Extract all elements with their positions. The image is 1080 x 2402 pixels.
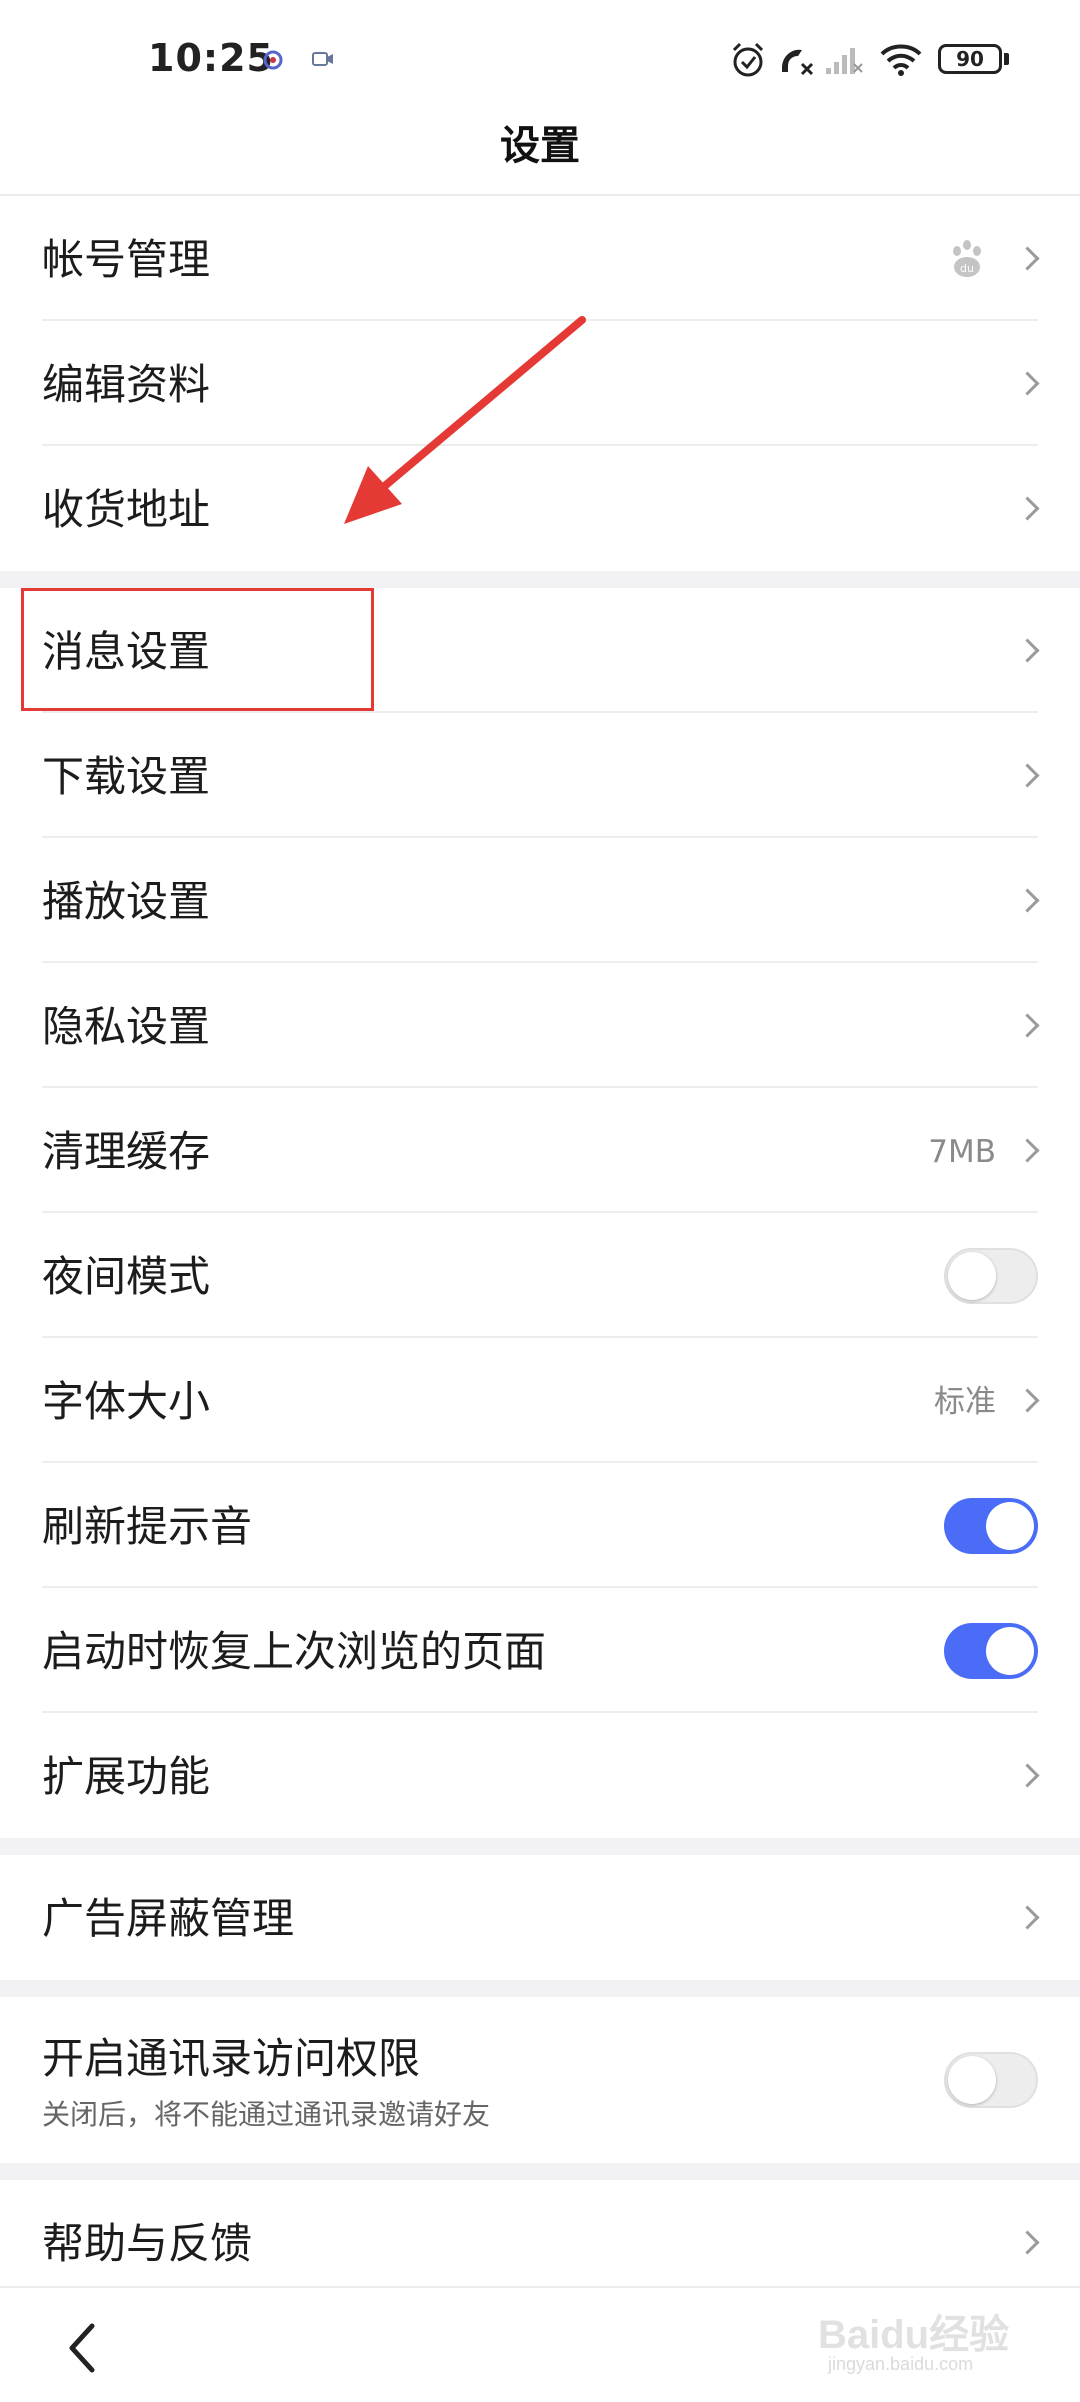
- settings-item-ad-block[interactable]: 广告屏蔽管理: [0, 1855, 1080, 1980]
- battery-icon: 90: [938, 44, 1002, 74]
- chevron-right-icon: [1015, 1137, 1040, 1163]
- contacts-permission-toggle[interactable]: [944, 2052, 1038, 2108]
- settings-item-label: 收货地址: [42, 485, 211, 534]
- watermark-text: Baidu经验: [818, 2313, 1010, 2357]
- settings-item-contacts-permission: 开启通讯录访问权限 关闭后，将不能通过通讯录邀请好友: [0, 1997, 1080, 2163]
- settings-item-label: 隐私设置: [42, 1002, 211, 1051]
- general-section: 消息设置 下载设置 播放设置 隐私设置 清理缓存 7MB 夜间模式 字体大小 标…: [0, 588, 1080, 1838]
- settings-item-label: 字体大小: [42, 1377, 211, 1426]
- settings-item-label: 编辑资料: [42, 360, 211, 409]
- font-size-value: 标准: [934, 1384, 996, 1420]
- toggle-knob: [948, 1251, 996, 1300]
- settings-item-label: 广告屏蔽管理: [42, 1894, 295, 1943]
- alarm-icon: [732, 42, 764, 77]
- chevron-right-icon: [1015, 245, 1040, 271]
- toggle-knob: [986, 1626, 1034, 1675]
- back-arrow-icon[interactable]: [60, 2318, 104, 2378]
- status-bar: 10:25 90: [0, 0, 1080, 118]
- settings-item-extensions[interactable]: 扩展功能: [0, 1713, 1080, 1838]
- night-mode-toggle[interactable]: [944, 1247, 1038, 1304]
- settings-item-shipping-address[interactable]: 收货地址: [0, 446, 1080, 571]
- title-bar: 设置: [0, 118, 1080, 194]
- chevron-right-icon: [1015, 762, 1040, 788]
- annotation-highlight-box: [21, 588, 374, 711]
- baidu-watermark: Baidu经验 jingyan.baidu.com: [818, 2268, 1068, 2388]
- cache-size-value: 7MB: [928, 1134, 996, 1170]
- signal-icon: [826, 48, 863, 74]
- video-notification-icon: [312, 52, 333, 66]
- section-gap: [0, 1838, 1080, 1855]
- settings-item-label: 播放设置: [42, 877, 211, 926]
- page-title: 设置: [500, 123, 580, 169]
- refresh-sound-toggle[interactable]: [944, 1497, 1038, 1554]
- chevron-right-icon: [1015, 1762, 1040, 1788]
- settings-item-clear-cache[interactable]: 清理缓存 7MB: [0, 1088, 1080, 1213]
- settings-item-label: 下载设置: [42, 752, 211, 801]
- status-time: 10:25: [148, 36, 274, 80]
- settings-item-account[interactable]: 帐号管理 du: [0, 196, 1080, 321]
- settings-item-label: 刷新提示音: [42, 1502, 253, 1551]
- account-section: 帐号管理 du 编辑资料 收货地址: [0, 196, 1080, 571]
- settings-item-label: 帮助与反馈: [42, 2219, 253, 2268]
- baidu-paw-icon: du: [953, 239, 981, 277]
- settings-item-label: 启动时恢复上次浏览的页面: [42, 1627, 547, 1676]
- toggle-knob: [948, 2056, 996, 2104]
- settings-item-night-mode: 夜间模式: [0, 1213, 1080, 1338]
- contacts-section: 开启通讯录访问权限 关闭后，将不能通过通讯录邀请好友: [0, 1997, 1080, 2163]
- settings-item-label: 开启通讯录访问权限: [42, 2034, 421, 2083]
- settings-item-label: 夜间模式: [42, 1252, 211, 1301]
- settings-item-font-size[interactable]: 字体大小 标准: [0, 1338, 1080, 1463]
- section-gap: [0, 1980, 1080, 1997]
- settings-item-sublabel: 关闭后，将不能通过通讯录邀请好友: [42, 2098, 491, 2131]
- toggle-knob: [986, 1501, 1034, 1550]
- settings-item-download[interactable]: 下载设置: [0, 713, 1080, 838]
- wifi-icon: [880, 44, 922, 76]
- chevron-right-icon: [1015, 637, 1040, 663]
- settings-item-label: 扩展功能: [42, 1752, 211, 1801]
- chevron-right-icon: [1015, 495, 1040, 521]
- watermark-url: jingyan.baidu.com: [828, 2354, 974, 2374]
- chevron-right-icon: [1015, 887, 1040, 913]
- settings-item-playback[interactable]: 播放设置: [0, 838, 1080, 963]
- ads-section: 广告屏蔽管理: [0, 1855, 1080, 1980]
- chevron-right-icon: [1015, 1012, 1040, 1038]
- settings-item-privacy[interactable]: 隐私设置: [0, 963, 1080, 1088]
- settings-item-restore-pages: 启动时恢复上次浏览的页面: [0, 1588, 1080, 1713]
- chevron-right-icon: [1015, 1904, 1040, 1930]
- section-gap: [0, 571, 1080, 588]
- chevron-right-icon: [1015, 2229, 1040, 2255]
- settings-item-label: 帐号管理: [42, 235, 211, 284]
- svg-text:du: du: [960, 262, 974, 275]
- section-gap: [0, 2163, 1080, 2180]
- chevron-right-icon: [1015, 370, 1040, 396]
- battery-tip: [1004, 53, 1009, 65]
- missed-call-icon: [782, 49, 814, 76]
- restore-pages-toggle[interactable]: [944, 1622, 1038, 1679]
- app-notification-icon: [263, 50, 283, 70]
- chevron-right-icon: [1015, 1387, 1040, 1413]
- settings-item-label: 清理缓存: [42, 1127, 211, 1176]
- settings-item-refresh-sound: 刷新提示音: [0, 1463, 1080, 1588]
- settings-item-edit-profile[interactable]: 编辑资料: [0, 321, 1080, 446]
